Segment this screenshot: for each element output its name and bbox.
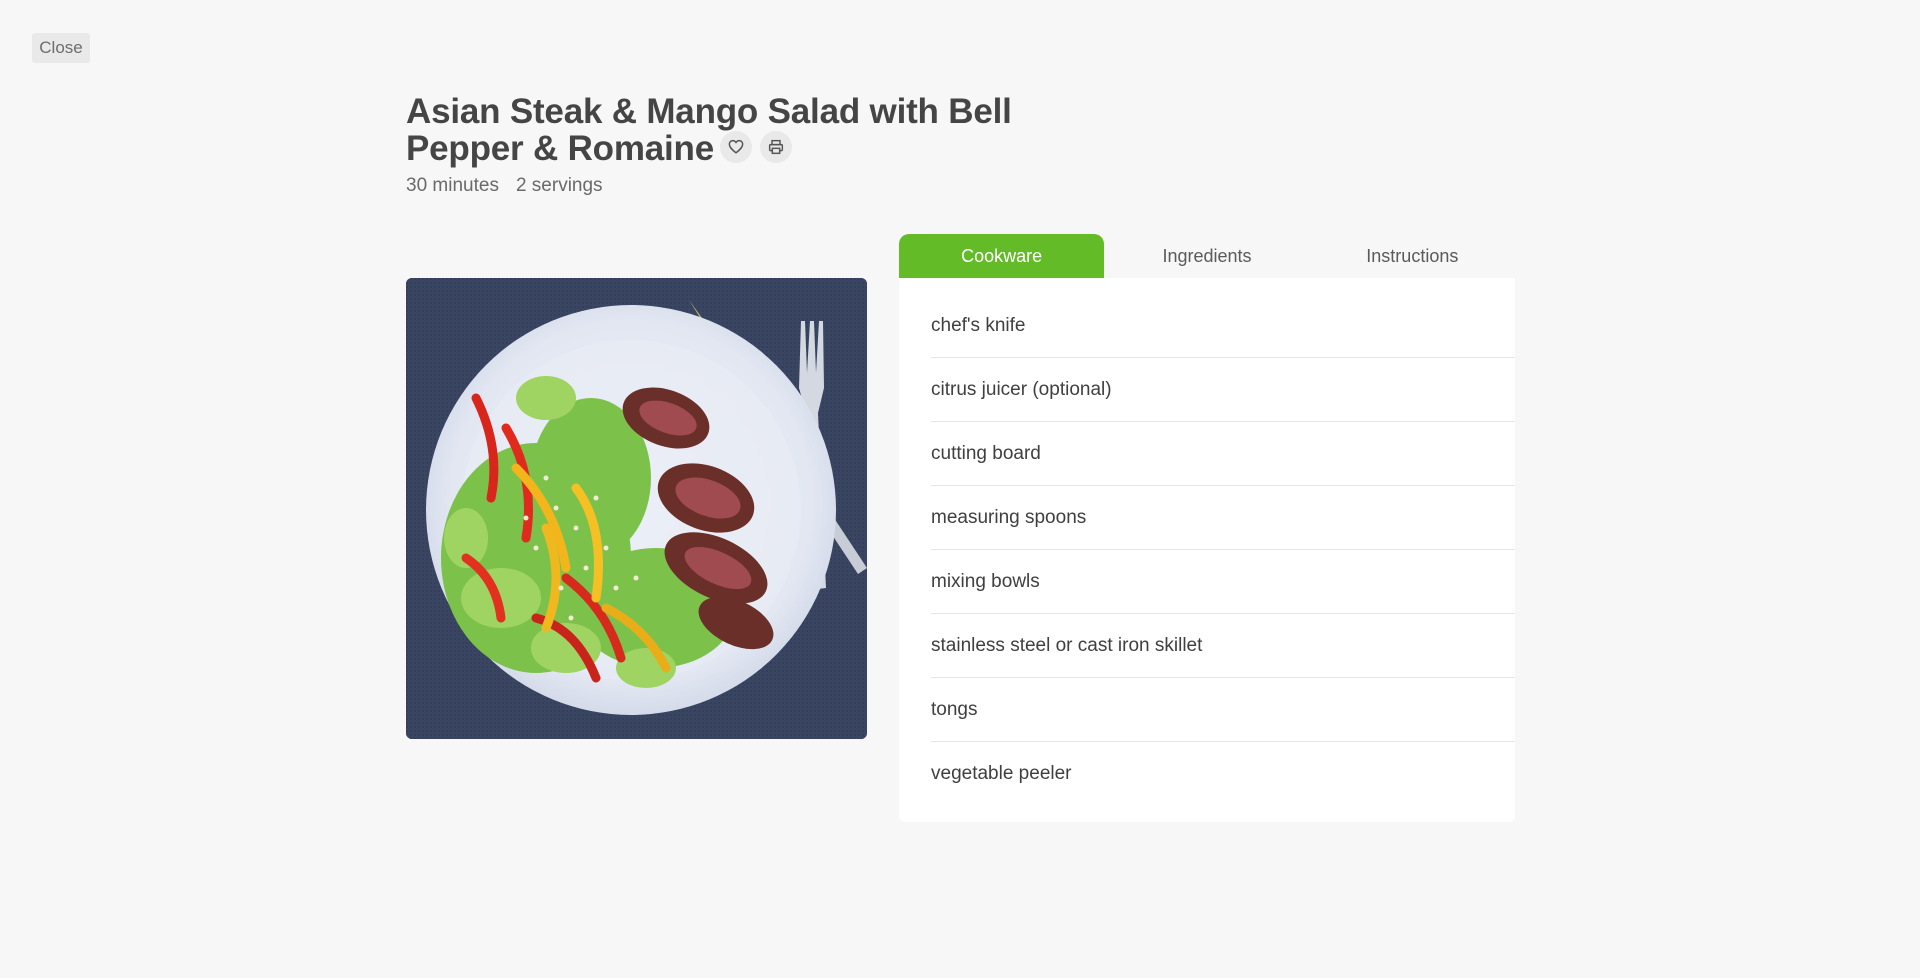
recipe-photo [406,278,867,739]
recipe-tabs: Cookware Ingredients Instructions [899,234,1515,278]
print-button[interactable] [760,130,792,163]
cook-time: 30 minutes [406,175,499,196]
title-actions [720,130,792,163]
salad-photo-illustration [406,278,867,739]
tab-instructions[interactable]: Instructions [1310,234,1515,278]
list-item: citrus juicer (optional) [931,358,1515,422]
recipe-meta: 30 minutes 2 servings [406,175,1106,197]
list-item: mixing bowls [931,550,1515,614]
printer-icon [768,139,784,154]
list-item: chef's knife [931,294,1515,358]
servings: 2 servings [515,175,603,196]
list-item: cutting board [931,422,1515,486]
tab-cookware[interactable]: Cookware [899,234,1105,278]
list-item: vegetable peeler [931,763,1072,784]
recipe-title: Asian Steak & Mango Salad with Bell Pepp… [406,93,1106,167]
list-item: stainless steel or cast iron skillet [931,614,1515,678]
tab-ingredients[interactable]: Ingredients [1104,234,1309,278]
recipe-header: Asian Steak & Mango Salad with Bell Pepp… [406,93,1106,197]
list-item: measuring spoons [931,486,1515,550]
close-button[interactable]: Close [32,33,90,63]
list-item: tongs [931,678,1515,742]
favorite-button[interactable] [720,130,752,163]
heart-icon [728,140,744,154]
cookware-panel: chef's knife citrus juicer (optional) cu… [899,278,1515,822]
recipe-title-text: Asian Steak & Mango Salad with Bell Pepp… [406,92,1012,168]
